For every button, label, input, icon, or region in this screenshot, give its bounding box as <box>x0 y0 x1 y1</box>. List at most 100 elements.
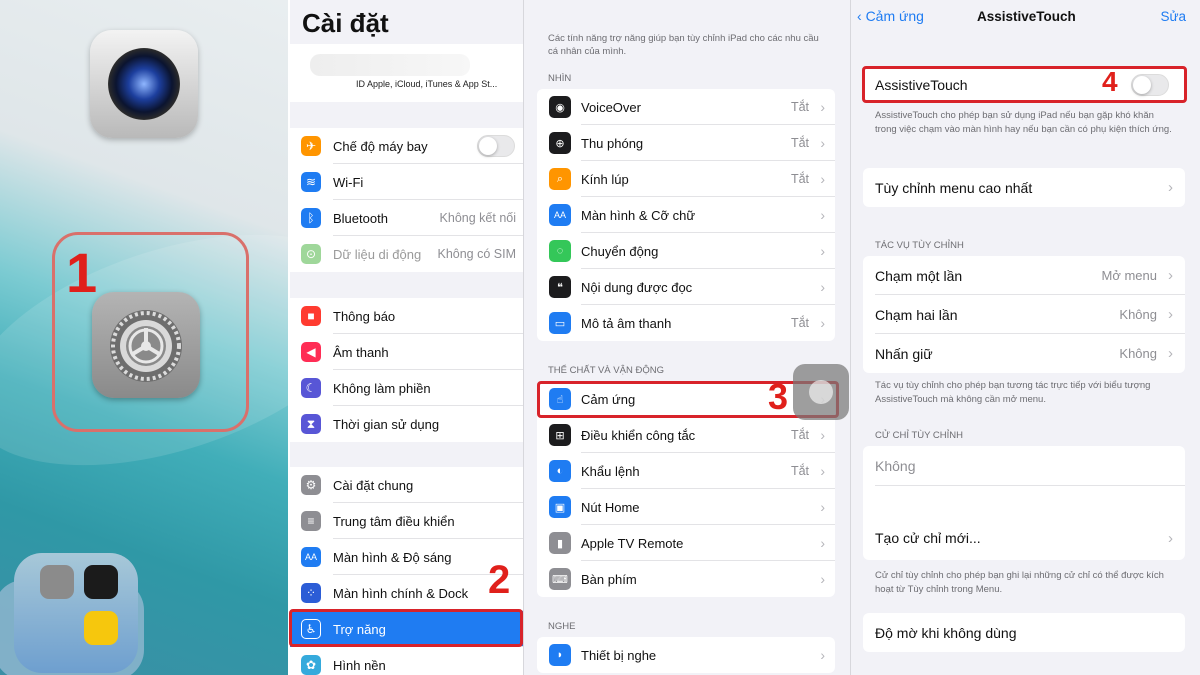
row-value: Tắt <box>790 172 809 186</box>
action-row-double-tap[interactable]: Chạm hai lần Không › <box>863 295 1185 334</box>
settings-row-control-center[interactable]: ≡ Trung tâm điều khiển <box>290 503 523 539</box>
settings-title: Cài đặt <box>302 8 389 38</box>
voice-control-icon: ◐ <box>549 460 571 482</box>
remote-icon: ▮ <box>549 532 571 554</box>
chevron-right-icon: › <box>820 463 825 479</box>
settings-row-label: Chế độ máy bay <box>333 138 428 154</box>
step-1-label: 1 <box>66 241 98 304</box>
settings-row-do-not-disturb[interactable]: ☾ Không làm phiền <box>290 370 523 406</box>
row-label: VoiceOver <box>581 99 641 115</box>
chevron-right-icon: › <box>1168 529 1173 547</box>
settings-row-notifications[interactable]: ■ Thông báo <box>290 298 523 334</box>
section-header-hearing: NGHE <box>548 621 576 632</box>
row-label: Mô tả âm thanh <box>581 315 672 331</box>
row-label: Kính lúp <box>581 171 629 187</box>
customize-menu-group: Tùy chỉnh menu cao nhất › <box>863 168 1185 207</box>
apple-id-name-blurred <box>310 54 470 76</box>
apple-id-row[interactable]: ID Apple, iCloud, iTunes & App St... <box>290 44 523 102</box>
row-keyboards[interactable]: ⌨ Bàn phím › <box>537 561 835 597</box>
settings-row-label: Thông báo <box>333 308 396 324</box>
camera-lens <box>108 48 180 120</box>
step-4-label: 4 <box>1102 66 1118 97</box>
hearing-icon: ◗ <box>549 644 571 666</box>
settings-row-airplane[interactable]: ✈ Chế độ máy bay <box>290 128 523 164</box>
settings-row-label: Trung tâm điều khiển <box>333 513 455 529</box>
settings-row-label: Dữ liệu di động <box>333 246 422 262</box>
apple-id-subtitle: ID Apple, iCloud, iTunes & App St... <box>356 79 498 89</box>
row-value: Tắt <box>790 464 809 478</box>
edit-button[interactable]: Sửa <box>1160 9 1186 24</box>
section-header-custom-gestures: CỬ CHỈ TÙY CHỈNH <box>875 430 963 441</box>
accessibility-description: Các tính năng trợ năng giúp bạn tùy chỉn… <box>548 33 819 57</box>
row-zoom[interactable]: ⊕ Thu phóng Tắt › <box>537 125 835 161</box>
audio-description-icon: ▭ <box>549 312 571 334</box>
assistivetouch-dot <box>809 380 833 404</box>
mini-tips-icon <box>84 611 118 645</box>
switch-control-icon: ⊞ <box>549 424 571 446</box>
settings-row-general[interactable]: ⚙ Cài đặt chung <box>290 467 523 503</box>
sound-icon: ◀ <box>301 342 321 362</box>
row-voiceover[interactable]: ◉ VoiceOver Tắt › <box>537 89 835 125</box>
row-label: Khẩu lệnh <box>581 463 640 479</box>
chevron-right-icon: › <box>820 535 825 551</box>
settings-group-connectivity: ✈ Chế độ máy bay ≋ Wi-Fi ᛒ Bluetooth Khô… <box>290 128 523 272</box>
idle-opacity-label: Độ mờ khi không dùng <box>875 624 1017 641</box>
vision-group: ◉ VoiceOver Tắt › ⊕ Thu phóng Tắt › ⌕ Kí… <box>537 89 835 341</box>
settings-row-bluetooth[interactable]: ᛒ Bluetooth Không kết nối <box>290 200 523 236</box>
customize-menu-row[interactable]: Tùy chỉnh menu cao nhất › <box>863 168 1185 207</box>
idle-opacity-row[interactable]: Độ mờ khi không dùng <box>863 613 1185 652</box>
toggle-knob <box>479 137 497 155</box>
display-icon: AA <box>301 547 321 567</box>
home-button-icon: ▣ <box>549 496 571 518</box>
gear-icon: ⚙ <box>301 475 321 495</box>
settings-row-label: Cài đặt chung <box>333 477 414 493</box>
page-title: AssistiveTouch <box>977 9 1076 24</box>
chevron-right-icon: › <box>820 207 825 223</box>
chevron-right-icon: › <box>820 571 825 587</box>
settings-row-cellular[interactable]: ⊙ Dữ liệu di động Không có SIM <box>290 236 523 272</box>
airplane-icon: ✈ <box>301 136 321 156</box>
chevron-right-icon: › <box>1168 267 1173 284</box>
row-value: Tắt <box>790 100 809 114</box>
assistivetouch-floating-button[interactable] <box>793 364 849 420</box>
wallpaper-icon: ✿ <box>301 655 321 675</box>
create-gesture-row[interactable]: Tạo cử chỉ mới... › <box>863 516 1185 560</box>
settings-row-label: Bluetooth <box>333 210 388 226</box>
row-value: Tắt <box>790 316 809 330</box>
row-apple-tv-remote[interactable]: ▮ Apple TV Remote › <box>537 525 835 561</box>
row-home-button[interactable]: ▣ Nút Home › <box>537 489 835 525</box>
chevron-right-icon: › <box>820 243 825 259</box>
row-spoken-content[interactable]: ❝ Nội dung được đọc › <box>537 269 835 305</box>
row-motion[interactable]: ◌ Chuyển động › <box>537 233 835 269</box>
settings-row-wifi[interactable]: ≋ Wi-Fi <box>290 164 523 200</box>
app-folder[interactable] <box>14 553 138 673</box>
text-size-icon: AA <box>549 204 571 226</box>
custom-gestures-group: Không Tạo cử chỉ mới... › <box>863 446 1185 560</box>
row-audio-descriptions[interactable]: ▭ Mô tả âm thanh Tắt › <box>537 305 835 341</box>
chevron-right-icon: › <box>1168 345 1173 362</box>
row-display-text-size[interactable]: AA Màn hình & Cỡ chữ › <box>537 197 835 233</box>
row-voice-control[interactable]: ◐ Khẩu lệnh Tắt › <box>537 453 835 489</box>
action-row-single-tap[interactable]: Chạm một lần Mở menu › <box>863 256 1185 295</box>
chevron-right-icon: › <box>820 427 825 443</box>
row-label: Thiết bị nghe <box>581 647 657 663</box>
home-screen-icon: ⁘ <box>301 583 321 603</box>
row-label: Nội dung được đọc <box>581 279 693 295</box>
camera-app-icon[interactable] <box>90 30 198 138</box>
settings-row-label: Không làm phiền <box>333 380 431 396</box>
back-button[interactable]: ‹ Cảm ứng <box>857 8 924 24</box>
settings-row-screen-time[interactable]: ⧗ Thời gian sử dụng <box>290 406 523 442</box>
row-hearing-devices[interactable]: ◗ Thiết bị nghe › <box>537 637 835 673</box>
settings-row-wallpaper[interactable]: ✿ Hình nền <box>290 647 523 675</box>
row-switch-control[interactable]: ⊞ Điều khiển công tắc Tắt › <box>537 417 835 453</box>
chevron-right-icon: › <box>1168 179 1173 196</box>
magnifier-icon: ⌕ <box>549 168 571 190</box>
hourglass-icon: ⧗ <box>301 414 321 434</box>
action-row-long-press[interactable]: Nhấn giữ Không › <box>863 334 1185 373</box>
zoom-icon: ⊕ <box>549 132 571 154</box>
row-magnifier[interactable]: ⌕ Kính lúp Tắt › <box>537 161 835 197</box>
chevron-right-icon: › <box>820 135 825 151</box>
settings-row-sound[interactable]: ◀ Âm thanh <box>290 334 523 370</box>
airplane-mode-toggle[interactable] <box>477 135 515 157</box>
section-header-custom-actions: TÁC VỤ TÙY CHỈNH <box>875 240 964 251</box>
